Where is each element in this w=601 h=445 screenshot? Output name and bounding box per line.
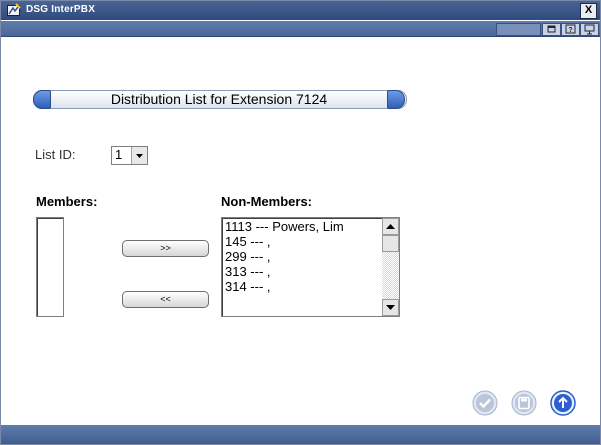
page-title: Distribution List for Extension 7124 [110,91,328,107]
window-title: DSG InterPBX [26,4,96,15]
window-restore-icon[interactable] [542,23,561,36]
list-id-value: 1 [115,147,123,162]
non-members-label: Non-Members: [221,194,313,209]
list-item[interactable]: 145 --- , [225,234,271,249]
list-item[interactable]: 1113 --- Powers, Lim [225,219,344,234]
non-members-listbox[interactable]: 1113 --- Powers, Lim 145 --- , 299 --- ,… [221,217,400,317]
toolbar: ? [1,21,600,37]
add-member-button[interactable]: >> [122,240,209,257]
list-item[interactable]: 314 --- , [225,279,271,294]
members-listbox[interactable] [36,217,64,317]
toolbar-blank-button[interactable] [496,23,541,36]
save-icon[interactable] [511,390,537,416]
remove-member-button[interactable]: << [122,291,209,308]
close-button[interactable]: X [580,3,597,19]
upload-icon[interactable] [550,390,576,416]
list-item[interactable]: 299 --- , [225,249,271,264]
window-app-icon [7,3,21,17]
scrollbar[interactable] [382,218,399,316]
title-bar: DSG InterPBX X [1,1,600,20]
list-item[interactable]: 313 --- , [225,264,271,279]
footer-bar [1,425,600,444]
help-icon[interactable]: ? [561,23,580,36]
scroll-up-icon[interactable] [382,218,399,235]
svg-text:?: ? [568,27,572,34]
chevron-down-icon[interactable] [131,147,147,164]
page-header: Distribution List for Extension 7124 [33,90,407,109]
scroll-thumb[interactable] [382,235,399,252]
list-id-select[interactable]: 1 [111,146,148,165]
app-window: DSG InterPBX X ? Distribution List for E… [0,0,601,445]
monitor-icon[interactable] [580,23,599,36]
checkmark-icon[interactable] [472,390,498,416]
scroll-down-icon[interactable] [382,299,399,316]
members-label: Members: [36,194,98,209]
list-id-label: List ID: [35,147,76,162]
